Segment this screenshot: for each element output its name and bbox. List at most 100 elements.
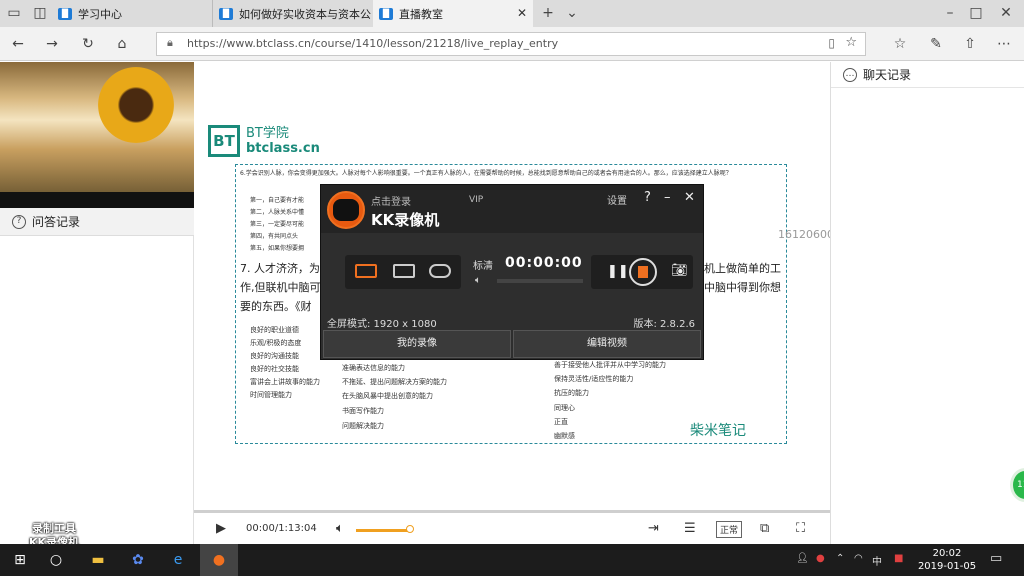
kk-record-button[interactable] xyxy=(629,258,657,286)
ime-s-icon[interactable]: ■ xyxy=(894,553,903,564)
favorite-star-icon[interactable]: ☆ xyxy=(845,35,857,50)
forward-icon[interactable]: → xyxy=(42,34,62,54)
volume-slider[interactable] xyxy=(356,529,410,532)
home-icon[interactable]: ⌂ xyxy=(112,34,132,54)
kk-pause-icon[interactable]: ❚❚ xyxy=(607,264,629,279)
ime-indicator[interactable]: 中 xyxy=(872,553,882,568)
teacher-video-thumbnail[interactable] xyxy=(0,62,194,207)
chat-tab[interactable]: … 聊天记录 xyxy=(831,62,1024,88)
volume-knob[interactable] xyxy=(406,525,414,533)
url-text: https://www.btclass.cn/course/1410/lesso… xyxy=(187,37,559,50)
skill-item: 保持灵活性/适应性的能力 xyxy=(554,375,634,383)
url-input[interactable]: 🔒︎ https://www.btclass.cn/course/1410/le… xyxy=(156,32,866,56)
kk-mode-selector xyxy=(345,255,461,289)
watermark-line1: 录制工具 xyxy=(32,522,76,535)
site-favicon-icon: █ xyxy=(58,7,72,20)
user-icon[interactable]: 👤︎ xyxy=(796,553,809,564)
skill-item: 乐观/积极的态度 xyxy=(250,339,302,347)
window-mode-icon[interactable] xyxy=(393,264,415,278)
refresh-icon[interactable]: ↻ xyxy=(78,34,98,54)
kk-resolution-text: 全屏模式: 1920 x 1080 xyxy=(327,319,437,330)
pip-icon[interactable]: ⧉ xyxy=(760,521,769,536)
favorites-icon[interactable]: ☆ xyxy=(890,34,910,54)
skill-item: 良好的职业道德 xyxy=(250,326,299,334)
tab-learning-center[interactable]: █ 学习中心 xyxy=(52,0,212,27)
kk-timer: 00:00:00 xyxy=(505,255,583,271)
chevron-down-icon[interactable]: ⌄ xyxy=(562,3,582,23)
kk-avatar-icon[interactable] xyxy=(327,191,365,229)
logo-line2: btclass.cn xyxy=(246,141,320,156)
file-explorer-icon[interactable]: ▬ xyxy=(88,550,108,570)
logo-line1: BT学院 xyxy=(246,126,289,141)
skill-item: 同理心 xyxy=(554,404,575,412)
skill-item: 良好的社交技能 xyxy=(250,365,299,373)
volume-icon[interactable]: 🔈︎ xyxy=(336,521,344,536)
game-mode-icon[interactable] xyxy=(429,264,451,278)
kk-quality-select[interactable]: 标清 xyxy=(473,257,493,272)
browser-tab-bar: ▭ ◫ █ 学习中心 █ 如何做好实收资本与资本公 █ 直播教室 ✕ + ⌄ –… xyxy=(0,0,1024,27)
skill-item: 在头脑风暴中提出创意的能力 xyxy=(342,392,433,400)
close-window-icon[interactable]: ✕ xyxy=(996,3,1016,23)
kk-help-icon[interactable]: ? xyxy=(644,190,651,205)
address-bar-row: ← → ↻ ⌂ 🔒︎ https://www.btclass.cn/course… xyxy=(0,27,1024,61)
cortana-search-icon[interactable]: ○ xyxy=(46,550,66,570)
kk-speaker-icon[interactable]: 🔈︎ xyxy=(475,275,481,286)
share-icon[interactable]: ⇧ xyxy=(960,34,980,54)
speed-button[interactable]: 正常 xyxy=(716,521,743,538)
kk-settings-button[interactable]: 设置 xyxy=(607,192,627,207)
main-line-1-right: 机上做简单的工 xyxy=(704,262,781,275)
kk-edit-video-button[interactable]: 编辑视频 xyxy=(513,330,701,358)
skill-item: 准确表达信息的能力 xyxy=(342,364,405,372)
close-tab-icon[interactable]: ✕ xyxy=(517,6,527,20)
site-favicon-icon: █ xyxy=(379,7,393,20)
fullscreen-mode-icon[interactable] xyxy=(355,264,377,278)
sunflower-image xyxy=(98,67,174,143)
kk-taskbar-item[interactable]: ● xyxy=(200,544,238,576)
bullet-5: 第五，如果你想要拥 xyxy=(250,245,305,252)
network-icon[interactable]: ⌃ xyxy=(836,553,844,564)
tab-label: 直播教室 xyxy=(399,7,443,21)
kk-close-icon[interactable]: ✕ xyxy=(684,190,695,205)
video-bottom-bar xyxy=(0,192,194,208)
skill-item: 善于接受他人批评并从中学习的能力 xyxy=(554,361,666,369)
tab-back-icon[interactable]: ◫ xyxy=(30,3,50,23)
action-center-icon[interactable]: ▭ xyxy=(990,551,1002,566)
kk-volume-bar[interactable] xyxy=(497,279,583,283)
kk-my-recordings-button[interactable]: 我的录像 xyxy=(323,330,511,358)
app-icon[interactable]: ✿ xyxy=(128,550,148,570)
badge-count: 11 xyxy=(1017,480,1024,490)
tab-live-classroom[interactable]: █ 直播教室 ✕ xyxy=(373,0,533,27)
kk-login-link[interactable]: 点击登录 xyxy=(371,193,411,208)
playlist-icon[interactable]: ☰ xyxy=(684,521,696,536)
play-icon[interactable]: ▶ xyxy=(216,521,226,536)
new-tab-icon[interactable]: + xyxy=(538,3,558,23)
back-icon[interactable]: ← xyxy=(8,34,28,54)
tab-capital[interactable]: █ 如何做好实收资本与资本公 xyxy=(212,0,372,27)
minimize-window-icon[interactable]: – xyxy=(940,3,960,23)
tab-list-icon[interactable]: ▭ xyxy=(4,3,24,23)
kk-screenshot-icon[interactable]: 📷︎ xyxy=(671,263,688,278)
more-menu-icon[interactable]: ⋯ xyxy=(994,34,1014,54)
clock-date: 2019-01-05 xyxy=(917,561,977,572)
main-line-2: 作,但联机中脑可 xyxy=(240,281,321,294)
wifi-icon[interactable]: ◠ xyxy=(854,553,863,564)
edge-browser-icon[interactable]: e xyxy=(168,550,188,570)
bt-logo: BT BT学院 btclass.cn xyxy=(208,125,320,157)
skill-item: 不拖延、提出问题解决方案的能力 xyxy=(342,378,447,386)
exit-icon[interactable]: ⇥ xyxy=(648,521,659,536)
skill-item: 问题解决能力 xyxy=(342,422,384,430)
qa-tab[interactable]: ? 问答记录 xyxy=(0,208,194,236)
maximize-window-icon[interactable]: □ xyxy=(966,3,986,23)
fullscreen-icon[interactable]: ⛶ xyxy=(796,521,805,536)
player-controls: ▶ 00:00/1:13:04 🔈︎ ⇥ ☰ 正常 ⧉ ⛶ xyxy=(194,510,830,544)
notes-pen-icon[interactable]: ✎ xyxy=(926,34,946,54)
bullet-4: 第四，有共同点头 xyxy=(250,233,299,240)
kk-tray-icon[interactable]: ● xyxy=(816,553,825,564)
bullet-3: 第三，一定要尽可能 xyxy=(250,221,305,228)
kk-vip-badge[interactable]: VIP xyxy=(469,195,483,205)
reading-view-icon[interactable]: ▯ xyxy=(828,36,835,50)
kk-minimize-icon[interactable]: – xyxy=(664,190,671,205)
playback-time: 00:00/1:13:04 xyxy=(246,523,317,534)
system-clock[interactable]: 20:02 2019-01-05 xyxy=(912,547,982,573)
windows-start-icon[interactable]: ⊞ xyxy=(10,550,30,570)
